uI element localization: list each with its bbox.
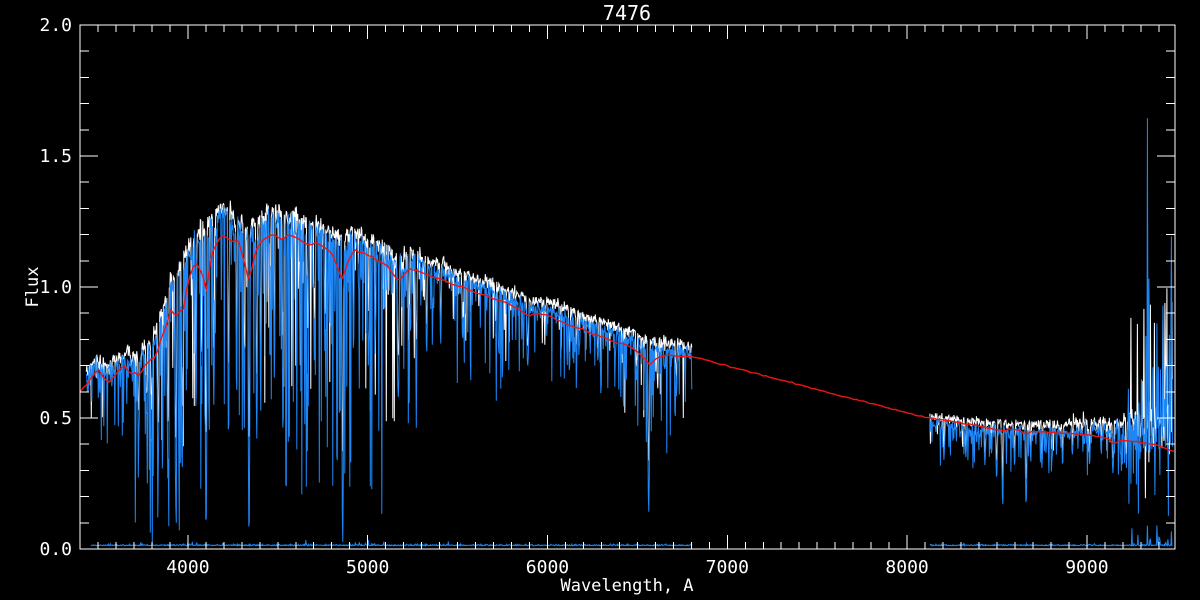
spectrum-chart: 4000 5000 6000 7000 8000 9000 0.0 0.5 1.0 1.5 2.0 … [0,0,1200,600]
x-tick-label: 4000 [166,557,209,578]
x-tick-label: 9000 [1065,557,1108,578]
y-axis-label: Flux [23,267,43,308]
plot-canvas: 4000 5000 6000 7000 8000 90000.00.51.01.52.0 … [23,1,1176,596]
y-tick-label: 0.0 [39,539,72,560]
observed-spectrum-path [929,118,1173,516]
y-tick-label: 1.0 [39,277,72,298]
plot-title: 7476 [603,1,651,25]
y-tick-label: 0.5 [39,408,72,429]
series-layer [79,118,1175,548]
x-tick-label: 6000 [526,557,569,578]
x-tick-label: 7000 [706,557,749,578]
x-tick-label: 5000 [346,557,389,578]
x-tick-label: 8000 [885,557,928,578]
y-tick-label: 2.0 [39,15,72,36]
x-axis-label: Wavelength, A [560,576,693,596]
y-tick-label: 1.5 [39,146,72,167]
